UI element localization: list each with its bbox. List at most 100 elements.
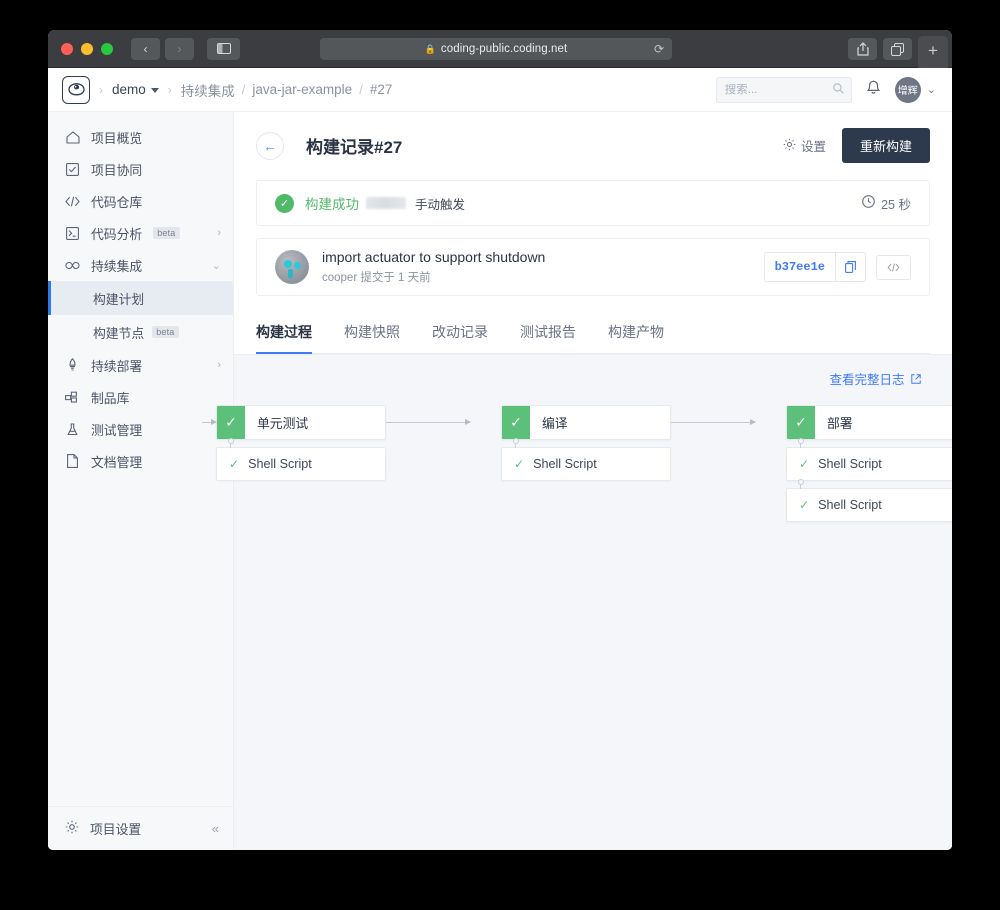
app-body: 项目概览 项目协同 代码仓库 代码分析 beta › 持续集成 ⌄ 构建计划 构… — [48, 112, 952, 850]
sidebar-item-code-analysis[interactable]: 代码分析 beta › — [48, 217, 233, 249]
sidebar-nav: 项目概览 项目协同 代码仓库 代码分析 beta › 持续集成 ⌄ 构建计划 构… — [48, 112, 233, 806]
sidebar-item-build-node[interactable]: 构建节点 beta — [48, 315, 233, 349]
check-icon: ✓ — [217, 406, 245, 439]
sidebar-item-cd[interactable]: 持续部署 › — [48, 349, 233, 381]
search-input[interactable] — [724, 83, 843, 96]
pipeline-stage-name: 部署 — [827, 416, 853, 431]
pipeline-job-name: Shell Script — [818, 498, 882, 512]
sidebar-item-artifacts[interactable]: 制品库 — [48, 381, 233, 413]
settings-link[interactable]: 设置 — [783, 136, 826, 155]
tab-change-log[interactable]: 改动记录 — [432, 316, 488, 353]
tab-test-report[interactable]: 测试报告 — [520, 316, 576, 353]
rocket-icon — [65, 358, 80, 372]
pipeline-stages: ✓ 单元测试 ✓ Shell Script ✓ 编译 ✓ Shell Scrip… — [202, 405, 952, 522]
badge-beta: beta — [153, 227, 180, 239]
infinity-icon — [65, 261, 80, 270]
pipeline-job-card[interactable]: ✓ Shell Script — [786, 438, 952, 481]
back-button[interactable]: ‹ — [131, 37, 160, 60]
sidebar-item-documents[interactable]: 文档管理 › — [48, 445, 233, 477]
sidebar-item-repository[interactable]: 代码仓库 — [48, 185, 233, 217]
sidebar-item-test-management[interactable]: 测试管理 › — [48, 413, 233, 445]
external-link-icon — [911, 373, 921, 387]
pipeline-stage-name: 编译 — [542, 416, 568, 431]
notifications-button[interactable] — [866, 80, 881, 100]
view-code-button[interactable] — [876, 254, 911, 280]
gear-icon — [65, 820, 79, 837]
sidebar-collapse-button[interactable]: « — [212, 821, 219, 836]
tab-build-process[interactable]: 构建过程 — [256, 316, 312, 354]
pipeline-stage-node[interactable]: ✓ 部署 — [786, 405, 952, 440]
browser-nav-group: ‹ › — [131, 37, 194, 60]
pipeline-stage-node[interactable]: ✓ 编译 — [501, 405, 671, 440]
build-duration: 25 秒 — [862, 194, 911, 213]
commit-hash[interactable]: b37ee1e — [765, 253, 835, 281]
commit-card: import actuator to support shutdown coop… — [256, 238, 930, 296]
application-root: › demo › 持续集成 / java-jar-example / #27 搜… — [48, 68, 952, 850]
coding-logo[interactable] — [62, 75, 90, 104]
commit-message: import actuator to support shutdown — [322, 249, 546, 265]
pipeline-job-name: Shell Script — [818, 457, 882, 471]
sidebar-sub-label: 构建计划 — [93, 291, 145, 307]
flask-icon — [65, 422, 80, 436]
back-button[interactable]: ← — [256, 131, 284, 160]
topbar-right-controls: 增辉 ⌄ — [715, 76, 936, 103]
sidebar-sub-label: 构建节点 — [93, 325, 145, 341]
pipeline-connector-arrow — [386, 419, 471, 425]
user-menu[interactable]: 增辉 ⌄ — [894, 76, 936, 103]
pipeline-stage-column: ✓ 编译 ✓ Shell Script — [501, 405, 756, 522]
breadcrumb-build[interactable]: #27 — [370, 82, 393, 97]
address-bar[interactable]: 🔒 coding-public.coding.net ⟳ — [320, 38, 672, 60]
sidebar-toggle-button[interactable] — [207, 37, 240, 60]
build-status-text: 构建成功 — [305, 197, 359, 212]
breadcrumb-project[interactable]: demo — [112, 82, 159, 97]
clock-icon — [862, 195, 875, 211]
content-tabs: 构建过程 构建快照 改动记录 测试报告 构建产物 — [256, 316, 930, 354]
copy-hash-button[interactable] — [835, 253, 865, 281]
sidebar-item-ci[interactable]: 持续集成 ⌄ — [48, 249, 233, 281]
home-icon — [65, 130, 80, 144]
check-icon: ✓ — [799, 498, 810, 512]
pipeline-job-card[interactable]: ✓ Shell Script — [216, 438, 386, 481]
tab-build-snapshot[interactable]: 构建快照 — [344, 316, 400, 353]
pipeline-job-card[interactable]: ✓ Shell Script — [786, 479, 952, 522]
sidebar-item-overview[interactable]: 项目概览 — [48, 121, 233, 153]
bell-icon — [866, 80, 880, 94]
maximize-window-button[interactable] — [101, 42, 113, 55]
tab-artifacts[interactable]: 构建产物 — [608, 316, 664, 353]
sidebar-item-build-plan[interactable]: 构建计划 — [48, 281, 233, 315]
pipeline-job-card[interactable]: ✓ Shell Script — [501, 438, 671, 481]
reload-button[interactable]: ⟳ — [654, 42, 664, 56]
gear-icon — [783, 138, 796, 154]
breadcrumb-repo[interactable]: java-jar-example — [252, 82, 352, 97]
browser-right-controls — [848, 38, 912, 60]
logo-icon — [67, 83, 85, 96]
show-tabs-button[interactable] — [883, 38, 912, 60]
commit-hash-group: b37ee1e — [763, 252, 866, 282]
view-full-log-link[interactable]: 查看完整日志 — [234, 369, 930, 388]
sidebar-label: 项目协同 — [91, 162, 143, 178]
share-button[interactable] — [848, 38, 877, 60]
page-header-actions: 设置 重新构建 — [783, 128, 930, 163]
minimize-window-button[interactable] — [81, 42, 93, 55]
rebuild-button[interactable]: 重新构建 — [841, 128, 930, 163]
breadcrumb-section[interactable]: 持续集成 — [181, 80, 235, 100]
sidebar-footer[interactable]: 项目设置 « — [48, 806, 233, 850]
close-window-button[interactable] — [61, 42, 73, 55]
forward-button[interactable]: › — [165, 37, 194, 60]
sidebar-label: 代码分析 — [91, 226, 143, 242]
commit-actions: b37ee1e — [763, 252, 911, 282]
sidebar-label: 测试管理 — [91, 422, 143, 438]
breadcrumb-slash-2: / — [359, 82, 363, 97]
sidebar-label: 持续集成 — [91, 258, 143, 274]
chevron-right-icon: › — [217, 227, 221, 239]
commit-meta: cooper 提交于 1 天前 — [322, 272, 431, 284]
pipeline-job-name: Shell Script — [533, 457, 597, 471]
tabs-icon — [891, 42, 904, 56]
sidebar-item-collaboration[interactable]: 项目协同 — [48, 153, 233, 185]
pipeline-stage-node[interactable]: ✓ 单元测试 — [216, 405, 386, 440]
browser-titlebar: ‹ › 🔒 coding-public.coding.net ⟳ + — [48, 30, 952, 68]
new-tab-button[interactable]: + — [918, 36, 948, 68]
pipeline-job-name: Shell Script — [248, 457, 312, 471]
global-search[interactable] — [715, 76, 852, 103]
pipeline-stage-column: ✓ 部署 ✓ Shell Script ✓ Shell Script — [786, 405, 952, 522]
